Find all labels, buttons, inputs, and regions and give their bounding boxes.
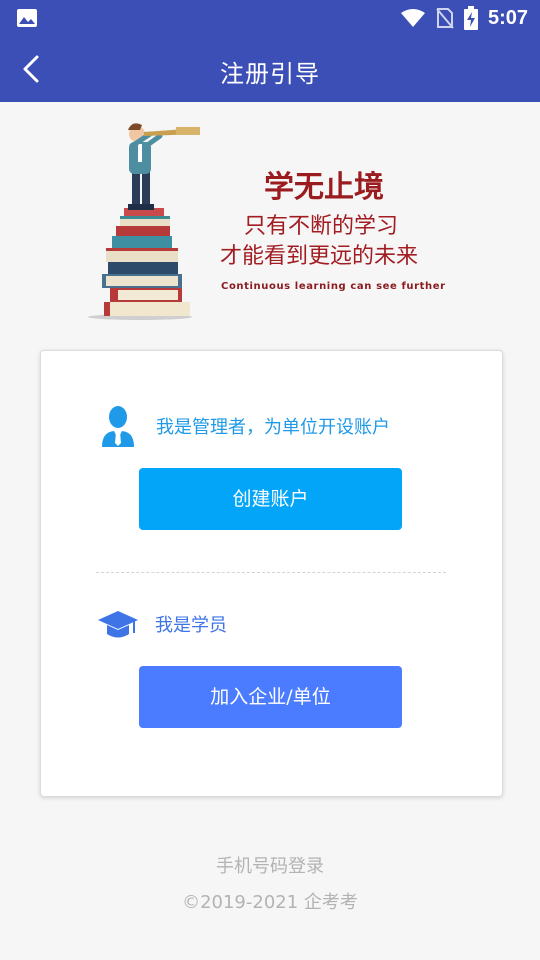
join-company-button[interactable]: 加入企业/单位	[139, 666, 402, 728]
battery-charging-icon	[463, 6, 478, 30]
create-account-button[interactable]: 创建账户	[139, 468, 402, 530]
slogan-english: Continuous learning can see further	[221, 281, 446, 292]
no-sim-icon	[436, 8, 454, 29]
admin-user-icon	[102, 406, 134, 447]
wifi-icon	[400, 9, 425, 27]
status-bar: 5:07	[0, 0, 540, 36]
student-option-text: 我是学员	[155, 615, 227, 636]
page-title: 注册引导	[220, 60, 320, 88]
graduation-cap-icon	[98, 611, 138, 638]
admin-option: 我是管理者，为单位开设账户	[100, 404, 390, 448]
card-divider	[96, 572, 446, 573]
slogan-title: 学无止境	[264, 170, 384, 205]
app-bar: 注册引导	[0, 36, 540, 102]
image-notification-icon	[17, 9, 37, 27]
slogan-line-2: 才能看到更远的未来	[220, 244, 419, 269]
status-icons: 5:07	[400, 6, 528, 30]
student-option: 我是学员	[97, 604, 227, 644]
status-time: 5:07	[487, 6, 528, 29]
slogan-line-1: 只有不断的学习	[244, 214, 399, 239]
phone-login-link[interactable]: 手机号码登录	[0, 852, 540, 878]
copyright-text: ©2019-2021 企考考	[182, 892, 358, 913]
admin-option-text: 我是管理者，为单位开设账户	[156, 417, 390, 438]
